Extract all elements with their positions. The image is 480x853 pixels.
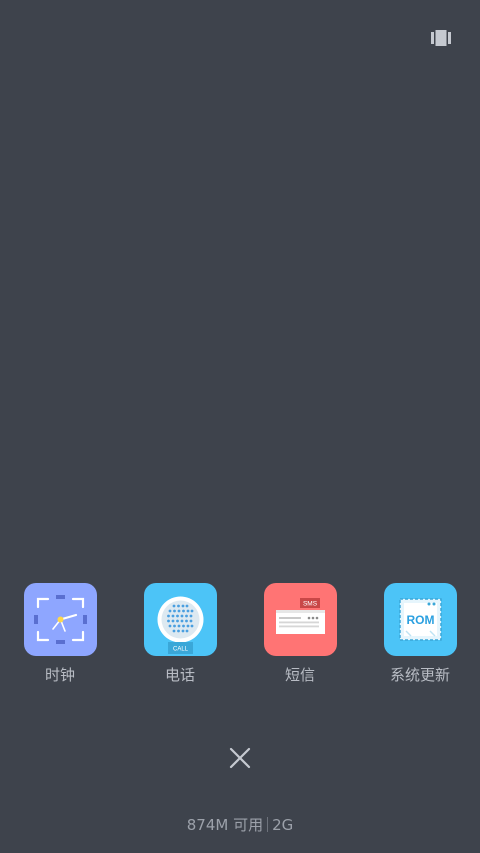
system-update-icon-text: ROM xyxy=(407,613,435,627)
sms-icon-text: SMS xyxy=(303,601,318,608)
phone-icon: CALL xyxy=(144,583,217,656)
view-toggle-button[interactable] xyxy=(431,30,451,46)
app-phone[interactable]: CALL 电话 xyxy=(120,583,240,693)
app-system-update[interactable]: ROM 系统更新 xyxy=(360,583,480,693)
memory-total: 2G xyxy=(272,816,294,834)
app-label: 短信 xyxy=(284,666,315,684)
app-label: 系统更新 xyxy=(389,666,450,684)
memory-status: 874M 可用 2G xyxy=(0,815,480,835)
system-update-icon: ROM xyxy=(384,583,457,656)
memory-divider xyxy=(267,817,269,832)
memory-available: 874M 可用 xyxy=(186,816,264,834)
app-clock[interactable]: 时钟 xyxy=(0,583,120,693)
close-icon xyxy=(229,747,251,769)
clock-icon xyxy=(24,583,97,656)
card-view-icon xyxy=(431,30,451,46)
app-sms[interactable]: SMS 短信 xyxy=(240,583,360,693)
sms-icon: SMS xyxy=(264,583,337,656)
close-recents-button[interactable] xyxy=(225,743,255,773)
app-label: 时钟 xyxy=(44,666,75,684)
recent-apps-dock: 时钟 CALL 电话 SMS 短信 ROM 系统更新 xyxy=(0,583,480,693)
phone-icon-text: CALL xyxy=(173,647,189,653)
app-label: 电话 xyxy=(164,666,195,684)
